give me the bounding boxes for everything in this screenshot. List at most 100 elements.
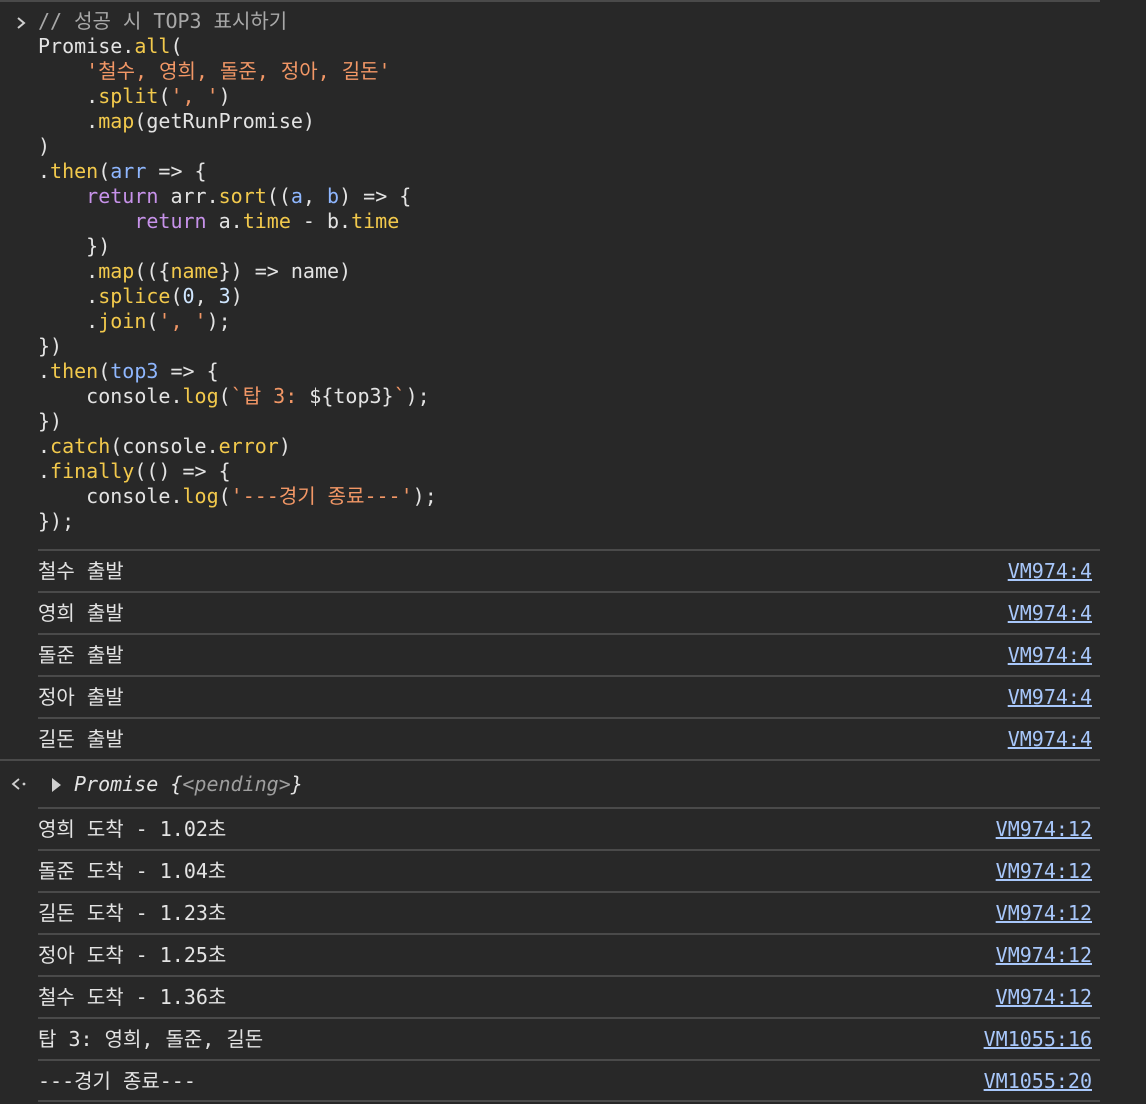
code-token: (: [158, 84, 171, 108]
console-log-row: 정아 출발 VM974:4: [38, 675, 1100, 717]
code-token: time: [242, 209, 291, 233]
log-message: 돌준 출발: [38, 643, 124, 667]
code-token: log: [182, 384, 219, 408]
source-link[interactable]: VM1055:20: [984, 1061, 1092, 1101]
code-token: '철수, 영희, 돌준, 정아, 길돈': [86, 59, 391, 83]
code-line: }): [38, 334, 1100, 359]
code-token: ', ': [170, 84, 219, 108]
code-line: .map(({name}) => name): [38, 259, 1100, 284]
code-token: then: [50, 359, 99, 383]
code-line: return a.time - b.time: [38, 209, 1100, 234]
source-link[interactable]: VM974:12: [996, 893, 1092, 933]
source-link[interactable]: VM974:4: [1008, 551, 1092, 591]
code-token: all: [134, 34, 171, 58]
console-log-row: 철수 도착 - 1.36초 VM974:12: [38, 975, 1100, 1017]
code-line: Promise.all(: [38, 34, 1100, 59]
code-token: b: [327, 184, 340, 208]
code-line: .splice(0, 3): [38, 284, 1100, 309]
code-token: ${top3}: [309, 384, 394, 408]
code-token: .: [38, 159, 51, 183]
code-token: `: [393, 384, 406, 408]
source-link[interactable]: VM974:12: [996, 977, 1092, 1017]
code-token: (: [218, 484, 231, 508]
source-link[interactable]: VM974:12: [996, 851, 1092, 891]
console-log-row: 돌준 도착 - 1.04초 VM974:12: [38, 849, 1100, 891]
log-message: 돌준 도착 - 1.04초: [38, 859, 227, 883]
console-bottom-divider: [38, 1100, 1100, 1102]
code-token: ,: [194, 284, 219, 308]
code-line: ): [38, 134, 1100, 159]
code-token: .: [38, 359, 51, 383]
code-token: .: [38, 84, 99, 108]
console-log-row: ---경기 종료--- VM1055:20: [38, 1059, 1100, 1101]
code-token: (() => {: [134, 459, 231, 483]
code-token: `탑 3:: [230, 384, 310, 408]
log-message: 철수 출발: [38, 559, 124, 583]
code-token: }): [38, 334, 63, 358]
code-token: );: [206, 309, 231, 333]
code-token: (: [98, 159, 111, 183]
console-log-row: 영희 출발 VM974:4: [38, 591, 1100, 633]
code-token: 0: [182, 284, 195, 308]
code-line: }): [38, 409, 1100, 434]
source-link[interactable]: VM974:4: [1008, 593, 1092, 633]
log-message: 정아 도착 - 1.25초: [38, 943, 227, 967]
code-token: );: [405, 384, 430, 408]
console-top-divider: [0, 0, 1100, 2]
code-token: top3: [110, 359, 159, 383]
source-link[interactable]: VM974:4: [1008, 677, 1092, 717]
code-token: // 성공 시 TOP3 표시하기: [38, 9, 288, 33]
log-message: 영희 출발: [38, 601, 124, 625]
code-token: ) => {: [339, 184, 412, 208]
code-token: split: [98, 84, 159, 108]
code-token: return: [134, 209, 207, 233]
source-link[interactable]: VM974:4: [1008, 719, 1092, 759]
code-token: catch: [50, 434, 111, 458]
promise-value[interactable]: Promise {<pending>}: [74, 761, 303, 807]
code-token: arr.: [158, 184, 219, 208]
code-token: .: [38, 309, 99, 333]
code-line: '철수, 영희, 돌준, 정아, 길돈': [38, 59, 1100, 84]
expand-triangle-icon[interactable]: [52, 778, 61, 792]
log-message: 정아 출발: [38, 685, 124, 709]
log-message: 탑 3: 영희, 돌준, 길돈: [38, 1027, 264, 1051]
code-line: return arr.sort((a, b) => {: [38, 184, 1100, 209]
code-token: return: [86, 184, 159, 208]
source-link[interactable]: VM974:12: [996, 809, 1092, 849]
code-token: .: [38, 459, 51, 483]
source-link[interactable]: VM974:12: [996, 935, 1092, 975]
code-token: arr: [110, 159, 147, 183]
code-token: }): [38, 409, 63, 433]
code-token: then: [50, 159, 99, 183]
code-token: });: [38, 509, 75, 533]
code-token: ): [230, 284, 243, 308]
code-token: join: [98, 309, 147, 333]
code-token: log: [182, 484, 219, 508]
code-token: (: [170, 34, 183, 58]
code-token: splice: [98, 284, 171, 308]
code-token: (: [170, 284, 183, 308]
code-line: .map(getRunPromise): [38, 109, 1100, 134]
log-message: 영희 도착 - 1.02초: [38, 817, 227, 841]
return-value-row: Promise {<pending>}: [0, 759, 1100, 807]
code-line: .split(', '): [38, 84, 1100, 109]
code-token: .: [38, 434, 51, 458]
code-line: }): [38, 234, 1100, 259]
log-message: ---경기 종료---: [38, 1069, 196, 1093]
code-token: (({: [134, 259, 171, 283]
source-link[interactable]: VM1055:16: [984, 1019, 1092, 1059]
code-token: .: [38, 284, 99, 308]
console-log-row: 돌준 출발 VM974:4: [38, 633, 1100, 675]
code-token: finally: [50, 459, 135, 483]
log-message: 철수 도착 - 1.36초: [38, 985, 227, 1009]
code-token: .: [38, 259, 99, 283]
return-value-arrow-icon: [10, 761, 30, 807]
log-message: 길돈 도착 - 1.23초: [38, 901, 227, 925]
code-token: ,: [302, 184, 328, 208]
console-input-code: // 성공 시 TOP3 표시하기 Promise.all( '철수, 영희, 돌…: [38, 9, 1100, 534]
source-link[interactable]: VM974:4: [1008, 635, 1092, 675]
code-token: a.: [206, 209, 243, 233]
